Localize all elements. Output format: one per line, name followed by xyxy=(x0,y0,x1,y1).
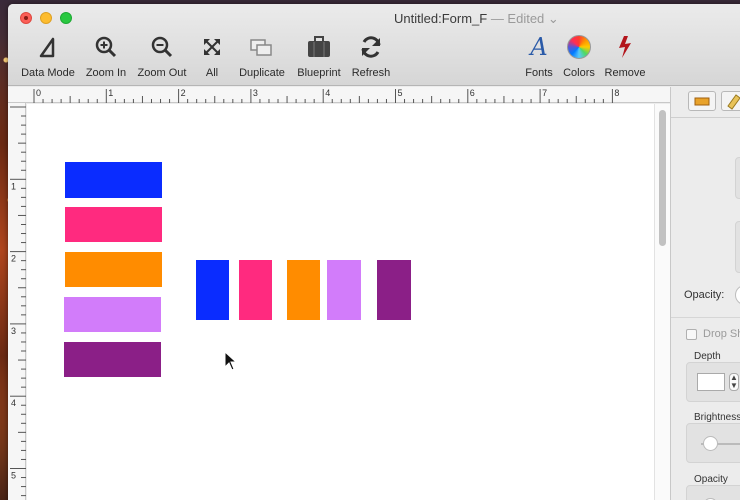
toolbar-data-mode-button[interactable]: Data Mode xyxy=(18,32,78,80)
ruler-number: 3 xyxy=(253,88,258,98)
depth-field[interactable] xyxy=(697,373,725,391)
ruler-number: 7 xyxy=(542,88,547,98)
toolbar-item-label: Data Mode xyxy=(21,67,75,79)
edited-indicator[interactable]: — Edited ⌄ xyxy=(487,11,559,26)
ruler-number: 4 xyxy=(11,398,16,408)
brightness-label: Brightness xyxy=(694,412,740,423)
refresh-icon xyxy=(346,32,396,62)
zoom-in-icon xyxy=(81,32,131,62)
toolbar-item-label: Zoom Out xyxy=(137,67,187,79)
ruler-tab-icon xyxy=(727,94,740,110)
opacity-label: Opacity: xyxy=(684,289,725,301)
toolbar-colors-button[interactable]: Colors xyxy=(559,32,599,80)
scrollbar-thumb[interactable] xyxy=(659,110,666,246)
ruler-number: 8 xyxy=(614,88,619,98)
ruler-number: 2 xyxy=(11,254,16,264)
toolbar-blueprint-button[interactable]: Blueprint xyxy=(294,32,344,80)
colors-icon xyxy=(559,32,599,62)
row-rectangle[interactable] xyxy=(377,260,411,320)
ruler-number: 4 xyxy=(325,88,330,98)
row-rectangle[interactable] xyxy=(239,260,272,320)
ruler-number: 0 xyxy=(36,88,41,98)
vertical-ruler-ticks: 1 2 3 4 5 xyxy=(10,106,26,497)
ruler-number: 1 xyxy=(108,88,113,98)
depth-stepper[interactable]: ▲ ▼ xyxy=(729,373,739,391)
ruler-number: 5 xyxy=(11,471,16,481)
toolbar-fonts-button[interactable]: A Fonts xyxy=(519,32,559,80)
depth-group: ▲ ▼ xyxy=(686,362,740,402)
depth-label: Depth xyxy=(694,351,721,362)
ruler-number: 1 xyxy=(11,181,16,191)
stack-rectangle[interactable] xyxy=(64,297,161,332)
mouse-cursor xyxy=(224,350,238,376)
inspector-divider xyxy=(671,317,740,318)
remove-icon xyxy=(602,32,648,62)
toolbar-zoom-in-button[interactable]: Zoom In xyxy=(81,32,131,80)
stack-rectangle[interactable] xyxy=(64,342,161,377)
opacity-slider-knob[interactable] xyxy=(735,285,740,305)
toolbar-item-label: Duplicate xyxy=(239,67,285,79)
ruler-number: 5 xyxy=(398,88,403,98)
row-rectangle[interactable] xyxy=(327,260,361,320)
toolbar-duplicate-button[interactable]: Duplicate xyxy=(234,32,290,80)
app-window: Untitled:Form_F — Edited ⌄ Data Mode Zoo… xyxy=(8,4,740,500)
brightness-slider-knob[interactable] xyxy=(703,436,718,451)
ruler-number: 2 xyxy=(181,88,186,98)
row-rectangle[interactable] xyxy=(196,260,229,320)
window-title: Untitled:Form_F — Edited ⌄ xyxy=(394,11,559,26)
toolbar-zoom-out-button[interactable]: Zoom Out xyxy=(133,32,191,80)
opacity-section-label: Opacity xyxy=(694,474,728,485)
toolbar-item-label: Zoom In xyxy=(85,67,127,79)
toolbar-all-button[interactable]: All xyxy=(198,32,226,80)
form-canvas[interactable] xyxy=(27,104,654,500)
drop-shadow-checkbox[interactable] xyxy=(686,329,697,340)
toolbar-item-label: Refresh xyxy=(351,67,391,79)
brightness-group xyxy=(686,423,740,463)
inspector-tab-style[interactable] xyxy=(688,91,716,111)
blueprint-icon xyxy=(294,32,344,62)
style-tab-icon xyxy=(694,97,710,106)
opacity-group xyxy=(686,485,740,500)
toolbar-item-label: Colors xyxy=(563,67,595,79)
minimize-window-button[interactable] xyxy=(40,12,52,24)
toolbar-item-label: Remove xyxy=(604,67,646,79)
stack-rectangle[interactable] xyxy=(65,252,162,287)
toolbar-refresh-button[interactable]: Refresh xyxy=(346,32,396,80)
inspector-panel: S D Opacity: Drop Sha Depth ▲▼ Brightnes… xyxy=(670,87,740,500)
stack-rectangle[interactable] xyxy=(65,207,162,242)
zoom-out-icon xyxy=(133,32,191,62)
toolbar-item-label: All xyxy=(205,67,219,79)
duplicate-icon xyxy=(234,32,290,62)
title-bar: Untitled:Form_F — Edited ⌄ Data Mode Zoo… xyxy=(8,4,740,86)
fonts-icon: A xyxy=(530,33,548,61)
vertical-ruler: 1 2 3 4 5 xyxy=(8,103,26,500)
toolbar-item-label: Blueprint xyxy=(297,67,341,79)
ruler-number: 6 xyxy=(470,88,475,98)
fit-all-icon xyxy=(198,32,226,62)
drop-shadow-label: Drop Sha xyxy=(703,328,740,340)
toolbar-remove-button[interactable]: Remove xyxy=(602,32,648,80)
inspector-field[interactable] xyxy=(735,157,740,199)
vertical-scrollbar[interactable] xyxy=(654,104,670,500)
zoom-window-button[interactable] xyxy=(60,12,72,24)
inspector-field[interactable] xyxy=(735,221,740,273)
data-mode-icon xyxy=(18,32,78,62)
ruler-number: 3 xyxy=(11,326,16,336)
stack-rectangle[interactable] xyxy=(65,162,162,198)
horizontal-ruler-ticks: 0 1 2 3 4 5 6 7 8 xyxy=(33,88,619,103)
horizontal-ruler: 0 1 2 3 4 5 6 7 8 xyxy=(8,87,673,103)
inspector-divider xyxy=(671,117,740,118)
inspector-tab-geometry[interactable] xyxy=(721,91,740,111)
close-window-button[interactable] xyxy=(20,12,32,24)
row-rectangle[interactable] xyxy=(287,260,320,320)
toolbar-item-label: Fonts xyxy=(525,67,553,79)
